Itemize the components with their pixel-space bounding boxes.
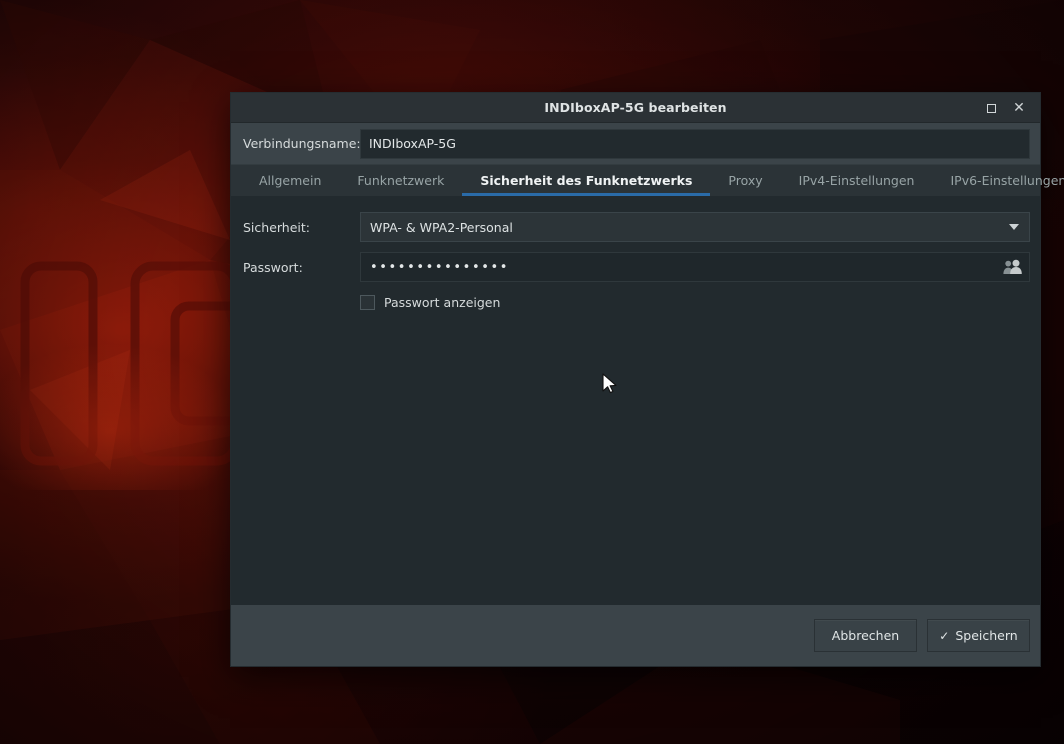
tab-funknetzwerk[interactable]: Funknetzwerk bbox=[339, 165, 462, 196]
cancel-button-label: Abbrechen bbox=[832, 628, 899, 643]
security-select-value: WPA- & WPA2-Personal bbox=[370, 220, 513, 235]
checkmark-icon: ✓ bbox=[939, 629, 949, 643]
security-label: Sicherheit: bbox=[241, 220, 360, 235]
close-icon[interactable]: ✕ bbox=[1006, 95, 1032, 121]
window-controls: ✕ bbox=[978, 93, 1032, 123]
security-row: Sicherheit: WPA- & WPA2-Personal bbox=[241, 212, 1030, 242]
connection-name-input[interactable] bbox=[360, 129, 1030, 159]
tab-sicherheit-des-funknetzwerks[interactable]: Sicherheit des Funknetzwerks bbox=[462, 165, 710, 196]
security-field-wrap: WPA- & WPA2-Personal bbox=[360, 212, 1030, 242]
connection-name-row: Verbindungsname: bbox=[231, 123, 1040, 164]
password-input[interactable] bbox=[370, 253, 997, 281]
cancel-button[interactable]: Abbrechen bbox=[814, 619, 917, 652]
show-password-checkbox[interactable] bbox=[360, 295, 375, 310]
dialog-titlebar[interactable]: INDIboxAP-5G bearbeiten ✕ bbox=[231, 93, 1040, 123]
password-field-wrap bbox=[360, 252, 1030, 282]
edit-connection-dialog: INDIboxAP-5G bearbeiten ✕ Verbindungsnam… bbox=[230, 92, 1041, 667]
show-password-row[interactable]: Passwort anzeigen bbox=[360, 295, 500, 310]
dialog-title: INDIboxAP-5G bearbeiten bbox=[544, 100, 726, 115]
desktop: INDIboxAP-5G bearbeiten ✕ Verbindungsnam… bbox=[0, 0, 1064, 744]
tab-ipv6-einstellungen[interactable]: IPv6-Einstellungen bbox=[932, 165, 1064, 196]
show-password-label: Passwort anzeigen bbox=[384, 295, 500, 310]
users-icon[interactable] bbox=[1002, 258, 1022, 276]
password-label: Passwort: bbox=[241, 260, 360, 275]
tab-proxy[interactable]: Proxy bbox=[710, 165, 780, 196]
save-button-label: Speichern bbox=[955, 628, 1017, 643]
password-row: Passwort: bbox=[241, 252, 1030, 282]
security-select[interactable]: WPA- & WPA2-Personal bbox=[360, 212, 1030, 242]
tab-ipv4-einstellungen[interactable]: IPv4-Einstellungen bbox=[781, 165, 933, 196]
security-tab-panel: Sicherheit: WPA- & WPA2-Personal Passwor… bbox=[231, 196, 1040, 605]
dialog-footer: Abbrechen ✓ Speichern bbox=[231, 605, 1040, 666]
password-box bbox=[360, 252, 1030, 282]
save-button[interactable]: ✓ Speichern bbox=[927, 619, 1030, 652]
tab-allgemein[interactable]: Allgemein bbox=[241, 165, 339, 196]
maximize-icon[interactable] bbox=[978, 95, 1004, 121]
connection-name-label: Verbindungsname: bbox=[241, 136, 360, 151]
tab-bar: Allgemein Funknetzwerk Sicherheit des Fu… bbox=[231, 164, 1040, 196]
